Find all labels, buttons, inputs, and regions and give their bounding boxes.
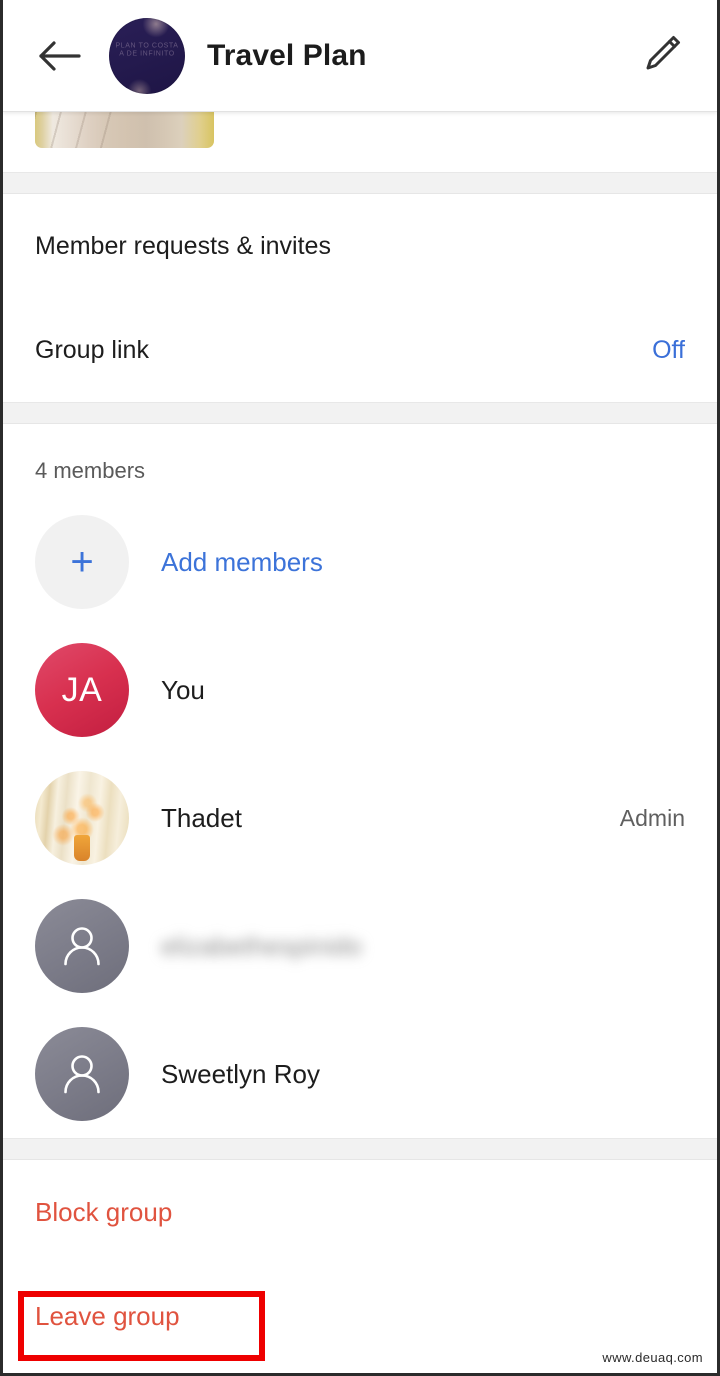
add-members-row[interactable]: + Add members: [3, 498, 717, 626]
leave-group-label: Leave group: [35, 1300, 180, 1331]
row-label: Group link: [35, 335, 149, 364]
row-label: Member requests & invites: [35, 231, 331, 260]
section-divider: [3, 1138, 717, 1160]
media-thumbnail[interactable]: [35, 112, 214, 148]
member-row-blurred[interactable]: elizabethespinido: [3, 882, 717, 1010]
member-name: elizabethespinido: [161, 930, 362, 961]
block-group-row[interactable]: Block group: [3, 1160, 717, 1264]
member-role-admin: Admin: [619, 804, 685, 831]
back-arrow-icon: [37, 39, 81, 73]
member-row-thadet[interactable]: Thadet Admin: [3, 754, 717, 882]
avatar-photo-detail: [74, 835, 90, 861]
pencil-icon: [642, 32, 684, 79]
back-button[interactable]: [31, 28, 87, 84]
members-count-label: 4 members: [3, 424, 717, 498]
plus-icon: +: [35, 515, 129, 609]
page-title: Travel Plan: [207, 38, 367, 72]
person-icon: [56, 920, 108, 972]
group-info-screen: PLAN TO COSTA A DE INFINITO Travel Plan …: [0, 0, 720, 1376]
avatar: [35, 899, 129, 993]
block-group-label: Block group: [35, 1196, 173, 1227]
avatar: [35, 771, 129, 865]
avatar: JA: [35, 643, 129, 737]
group-avatar-text: PLAN TO COSTA A DE INFINITO: [115, 42, 179, 58]
add-members-label: Add members: [161, 546, 323, 577]
section-divider: [3, 402, 717, 424]
row-group-link[interactable]: Group link Off: [3, 298, 717, 402]
section-divider: [3, 172, 717, 194]
media-strip: [3, 112, 717, 172]
watermark: www.deuaq.com: [602, 1350, 703, 1365]
member-name: You: [161, 674, 205, 705]
group-avatar[interactable]: PLAN TO COSTA A DE INFINITO: [109, 17, 185, 94]
group-link-status: Off: [652, 335, 685, 364]
member-name: Thadet: [161, 802, 242, 833]
edit-group-button[interactable]: [635, 28, 691, 84]
app-header: PLAN TO COSTA A DE INFINITO Travel Plan: [3, 0, 717, 112]
scroll-body: Member requests & invites Group link Off…: [3, 112, 717, 1368]
member-name: Sweetlyn Roy: [161, 1058, 320, 1089]
member-row-you[interactable]: JA You: [3, 626, 717, 754]
row-member-requests[interactable]: Member requests & invites: [3, 194, 717, 298]
member-row-sweetlyn-roy[interactable]: Sweetlyn Roy: [3, 1010, 717, 1138]
avatar: [35, 1027, 129, 1121]
person-icon: [56, 1048, 108, 1100]
